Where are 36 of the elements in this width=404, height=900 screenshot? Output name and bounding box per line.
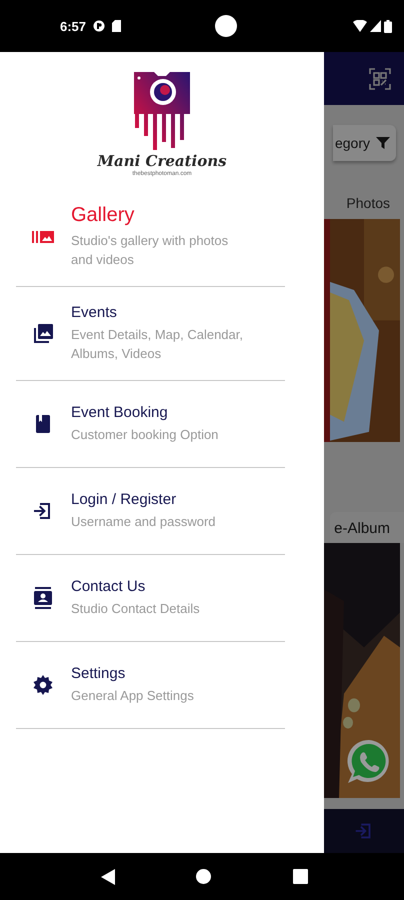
- menu-item-title: Event Booking: [71, 404, 169, 421]
- qr-scan-icon[interactable]: [368, 66, 392, 90]
- settings-icon[interactable]: [30, 673, 54, 697]
- sd-card-icon: [112, 20, 122, 32]
- section-title: e-Album: [330, 512, 404, 543]
- recents-icon[interactable]: [293, 869, 308, 884]
- menu-item-title: Gallery: [71, 204, 136, 227]
- battery-icon: [384, 20, 392, 32]
- menu-item[interactable]: Gallery Studio's gallery with photos and videos: [16, 187, 285, 286]
- section-title: Photos: [346, 195, 390, 211]
- camera-logo-icon: [132, 70, 192, 150]
- menu-item-title: Login / Register: [71, 491, 178, 508]
- menu-item-subtitle: Studio Contact Details: [71, 600, 201, 618]
- menu-item[interactable]: Event Booking Customer booking Option: [16, 381, 285, 467]
- menu-item[interactable]: Contact Us Studio Contact Details: [16, 555, 285, 641]
- menu-item-title: Events: [71, 304, 118, 321]
- home-icon[interactable]: [196, 869, 212, 884]
- menu-item[interactable]: Settings General App Settings: [16, 642, 285, 728]
- category-button[interactable]: egory: [332, 125, 396, 161]
- filter-icon: [376, 136, 390, 150]
- notification-icon: [93, 20, 106, 32]
- back-icon[interactable]: [100, 868, 115, 884]
- menu-item[interactable]: Events Event Details, Map, Calendar, Albums, Videos: [16, 287, 285, 380]
- wifi-icon: [353, 20, 367, 32]
- menu-item-subtitle: Studio's gallery with photos and videos: [71, 232, 230, 269]
- clock-time: 6:57: [60, 18, 86, 34]
- camera-cutout-icon: [215, 15, 237, 37]
- brand-name: Mani Creations: [97, 152, 227, 170]
- menu-item-subtitle: Event Details, Map, Calendar, Albums, Videos: [71, 326, 244, 363]
- menu-item-title: Settings: [71, 665, 126, 682]
- menu-item[interactable]: Login / Register Username and password: [16, 468, 285, 554]
- menu-item-subtitle: Username and password: [71, 513, 217, 531]
- signal-icon: [370, 20, 381, 32]
- menu-item-subtitle: General App Settings: [71, 687, 195, 705]
- menu-item-title: Contact Us: [71, 578, 146, 595]
- menu-item-subtitle: Customer booking Option: [71, 426, 220, 444]
